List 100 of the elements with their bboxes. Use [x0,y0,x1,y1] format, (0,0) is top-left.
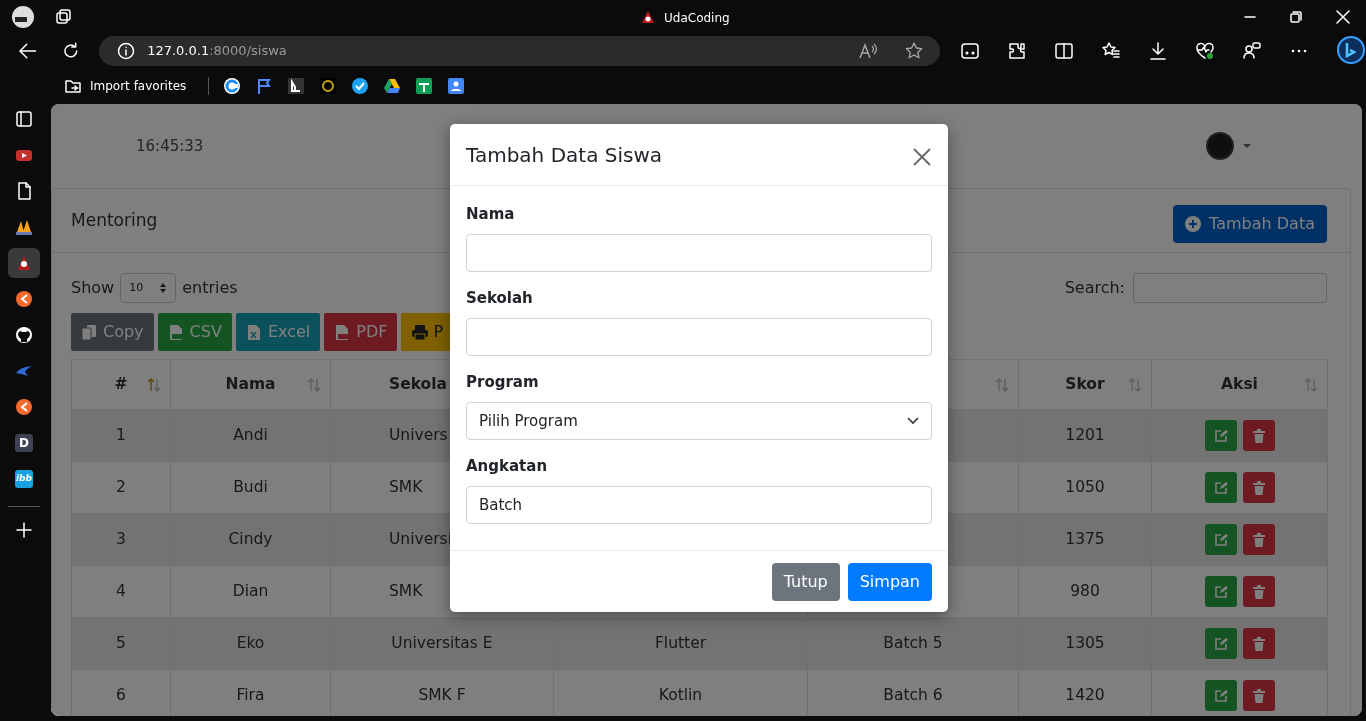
table-cell: Flutter [654,633,707,652]
split-screen-icon[interactable] [1054,41,1074,61]
restore-icon[interactable] [1290,11,1302,23]
reload-icon[interactable] [61,42,80,60]
close-icon[interactable] [1336,10,1350,24]
table-cell: SMK [389,477,423,496]
trash-icon [1251,480,1266,495]
site-icon [640,10,656,26]
close-button[interactable]: Tutup [771,562,840,601]
bookmark-icon[interactable] [383,77,402,95]
copy-icon [81,323,99,341]
column-header[interactable]: Nama [225,374,276,393]
trash-icon [1251,636,1266,651]
read-aloud-icon[interactable] [858,42,878,60]
bookmark-icon[interactable] [447,77,466,95]
table-cell: Andi [233,425,268,444]
edit-icon [1213,532,1228,547]
info-icon[interactable] [117,42,136,60]
tabs-icon [15,110,33,128]
table-cell: Kotlin [658,685,703,704]
delete-button[interactable] [1242,628,1275,659]
app-icon [15,290,33,308]
column-header[interactable]: Skor [1065,374,1105,393]
input-field[interactable] [466,234,932,272]
sidebar-item[interactable] [8,248,40,278]
sidebar-item[interactable]: D [8,428,40,458]
pdf-export-button[interactable]: PDF [324,313,398,351]
copilot-icon[interactable] [1336,36,1366,66]
chevron-icon [907,417,919,425]
bookmark-icon[interactable] [287,77,306,95]
download-icon[interactable] [1148,41,1168,61]
back-icon[interactable] [18,42,38,60]
input-field[interactable] [466,318,932,356]
save-button[interactable]: Simpan [847,562,932,601]
field-label: Nama [466,204,516,225]
entries-select[interactable]: 10 [120,273,177,303]
people-icon[interactable] [1242,41,1262,61]
bookmark-icon[interactable] [351,77,370,95]
trash-icon [1251,532,1266,547]
table-cell: SMK F [418,685,466,704]
app-icon [15,398,33,416]
show-label: Show [71,277,115,299]
edit-icon [1213,480,1228,495]
program-select[interactable]: Pilih Program [466,402,932,440]
table-cell: 1 [116,425,126,444]
health-icon[interactable] [1195,41,1215,61]
table-cell: 3 [116,529,126,548]
delete-button[interactable] [1242,420,1275,451]
search-label: Search: [1064,277,1125,299]
plus-icon [1185,215,1202,232]
table-cell: 5 [116,633,126,652]
table-cell: 2 [116,477,126,496]
excel-export-button[interactable]: Excel [235,313,321,351]
bookmark-icon[interactable] [223,77,242,95]
search-field[interactable] [1133,273,1327,303]
table-cell: SMK [389,581,423,600]
table-cell: Universi [389,529,452,548]
user-avatar[interactable] [1206,132,1234,160]
table-cell: 6 [116,685,126,704]
bookmark-icon[interactable] [319,77,338,95]
sidebar-item[interactable]: ibb [8,464,40,494]
copy-export-button[interactable]: Copy [71,313,154,351]
favorites-icon[interactable] [1101,41,1121,61]
table-cell: Fira [236,685,265,704]
extensions-icon[interactable] [1007,41,1027,61]
table-cell: 1375 [1065,529,1105,548]
profile-avatar[interactable] [11,5,35,29]
edit-icon [1213,428,1228,443]
delete-button[interactable] [1242,524,1275,555]
address-bar[interactable]: 127.0.0.1:8000/siswa [99,36,940,66]
bookmark-icon[interactable] [415,77,434,95]
caret-icon[interactable] [1242,143,1252,149]
sails-icon [15,218,33,236]
add-data-button[interactable]: Tambah Data [1173,204,1327,243]
table-cell: 1050 [1065,477,1105,496]
game-icon[interactable] [960,41,980,61]
field-label: Angkatan [466,456,549,477]
column-header[interactable]: Aksi [1221,374,1258,393]
trash-icon [1251,428,1266,443]
input-field[interactable]: Batch [466,486,932,524]
favorites-link[interactable]: Import favorites [90,77,187,95]
workspaces-icon[interactable] [55,8,73,26]
table-cell: Eko [236,633,265,652]
plus-icon [15,521,33,539]
edit-icon [1213,584,1228,599]
csv-export-button[interactable]: CSV [157,313,232,351]
bookmark-icon[interactable] [255,77,274,95]
favorite-star-icon[interactable] [904,41,924,61]
field-label: Program [466,372,540,393]
delete-button[interactable] [1242,680,1275,711]
column-header[interactable]: # [114,374,128,393]
window-title: UdaCoding [664,10,730,27]
table-cell: 980 [1070,581,1100,600]
folder-icon [64,78,82,94]
trash-icon [1251,688,1266,703]
delete-button[interactable] [1242,472,1275,503]
delete-button[interactable] [1242,576,1275,607]
column-header[interactable]: Sekola [389,374,447,393]
table-cell: 1305 [1065,633,1105,652]
clock-text: 16:45:33 [136,135,204,157]
